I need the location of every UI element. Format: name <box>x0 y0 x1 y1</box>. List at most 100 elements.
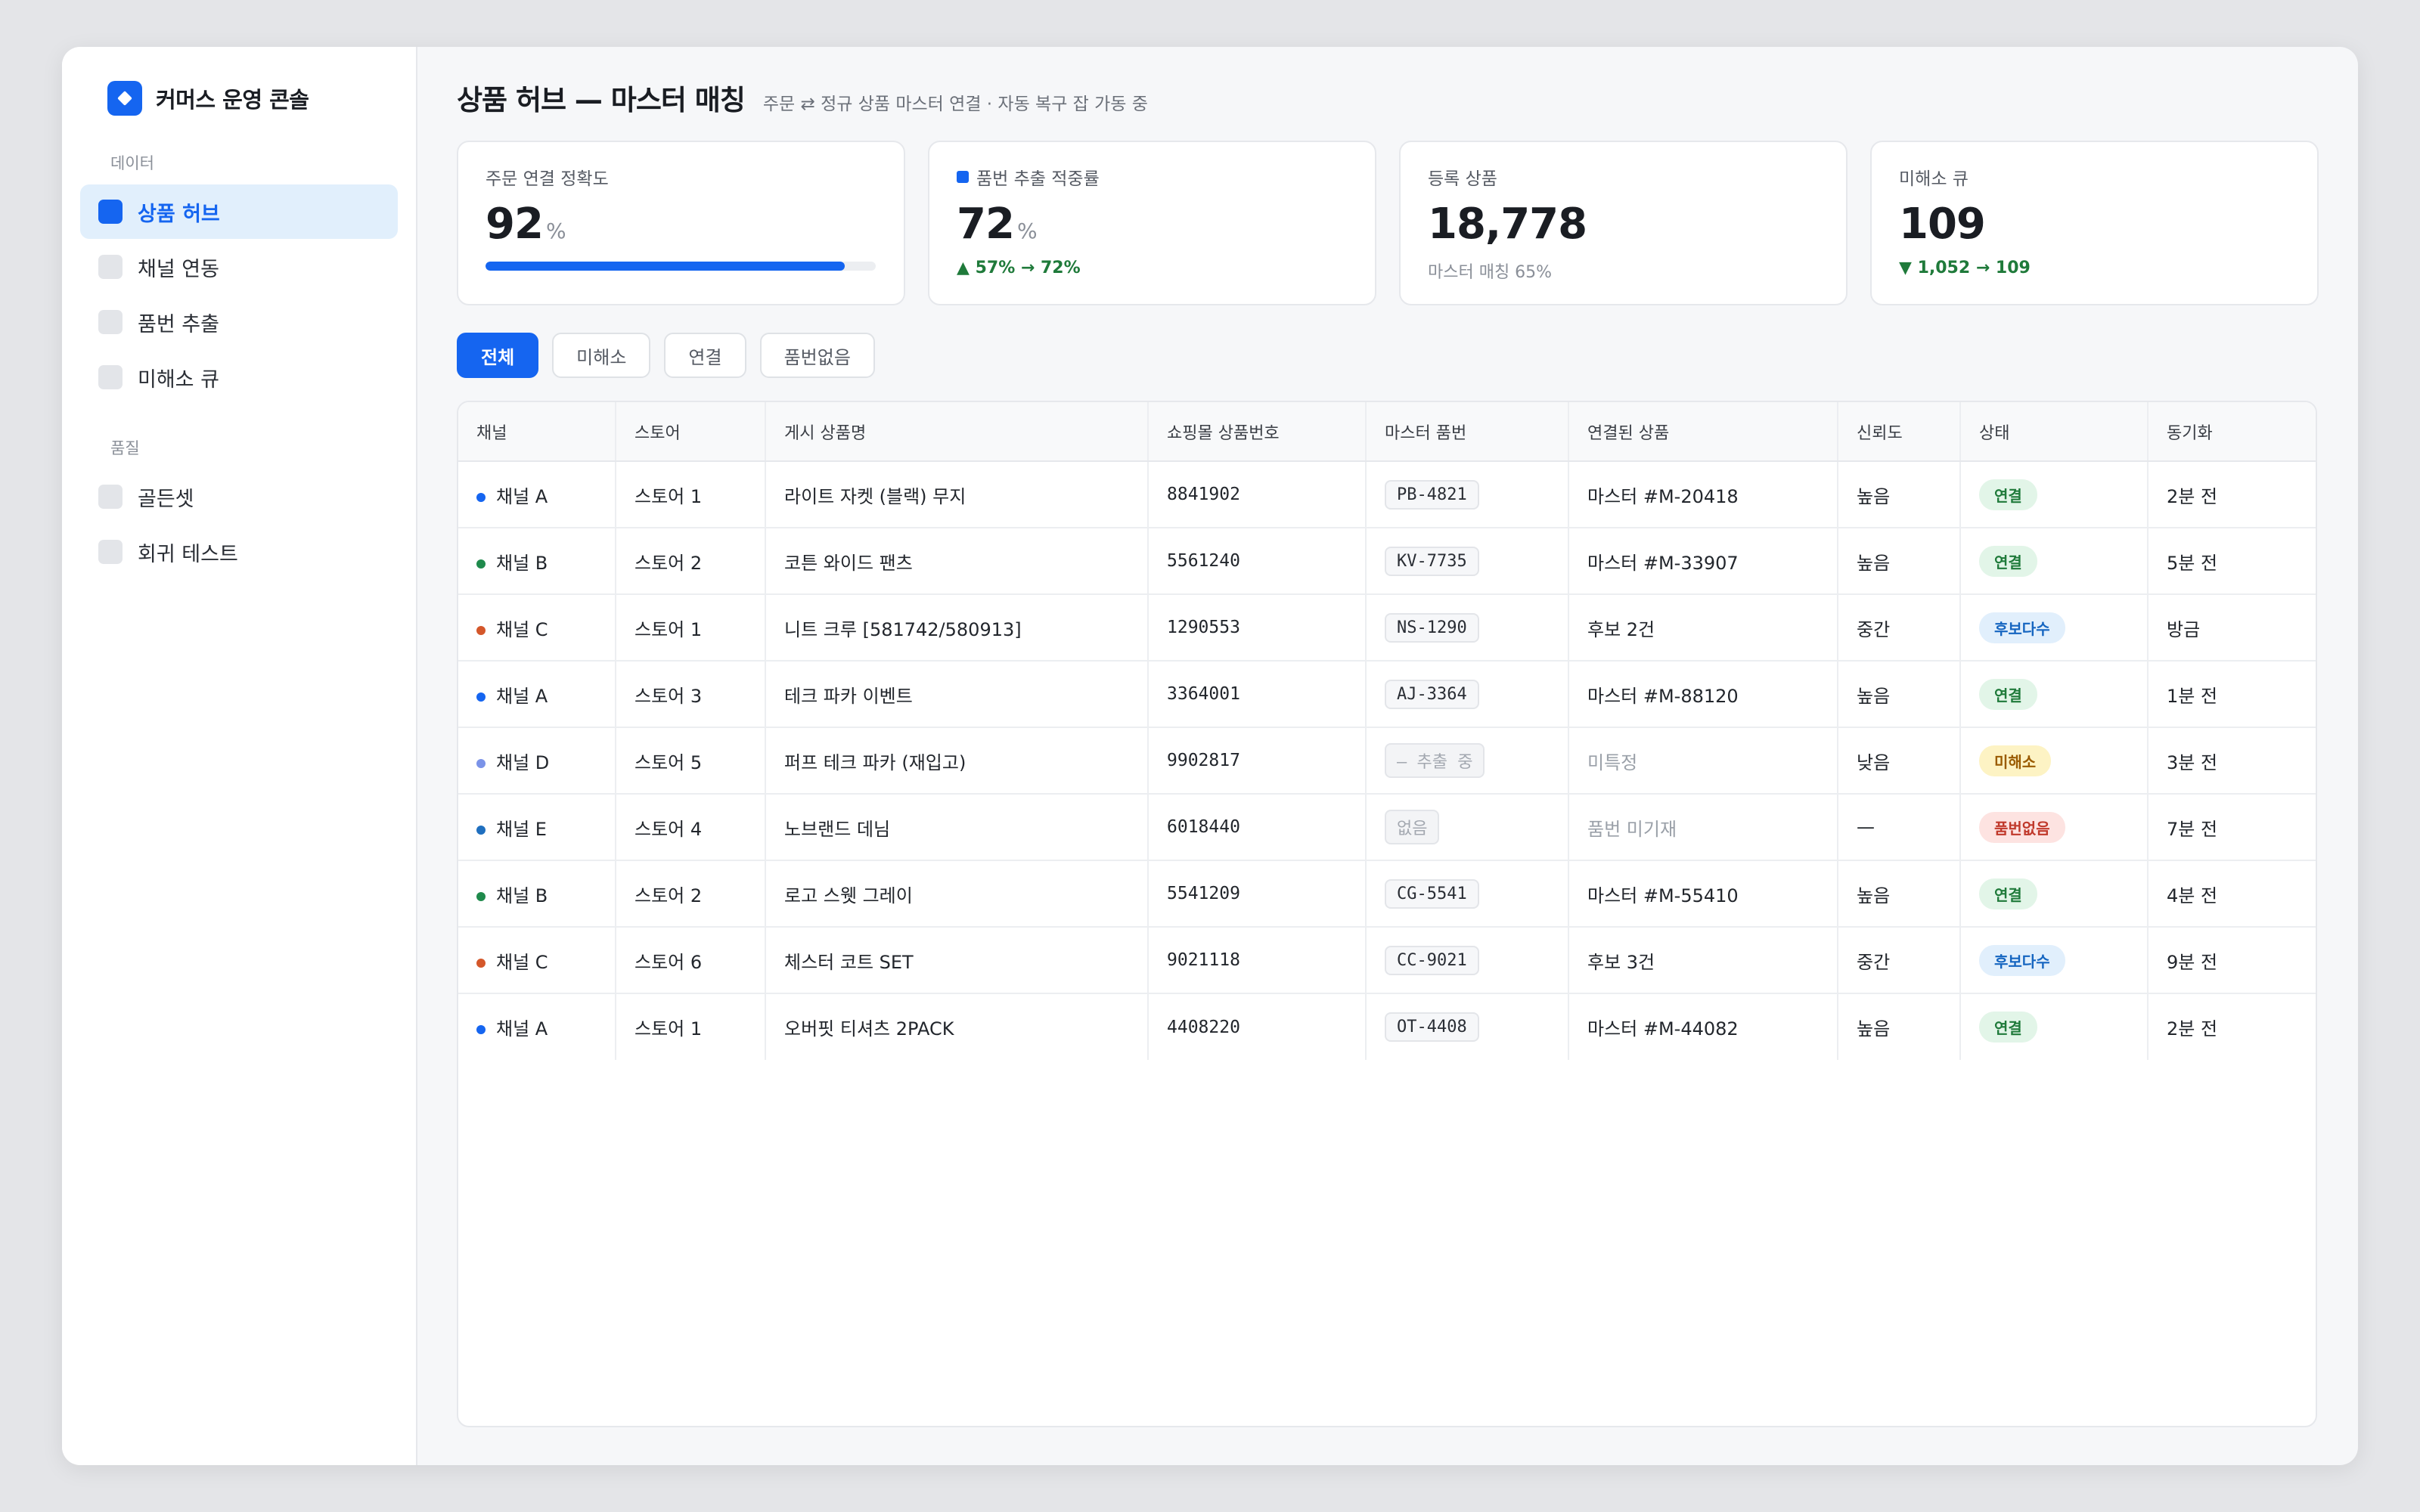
channel-name: 채널 C <box>496 618 548 640</box>
sidebar-item-label: 골든셋 <box>138 487 194 511</box>
filter-chip[interactable]: 연결 <box>664 333 746 378</box>
filter-chip[interactable]: 전체 <box>457 333 539 378</box>
status-badge: 품번없음 <box>1979 811 2065 843</box>
cell-status: 미해소 <box>1959 727 2148 795</box>
nav-square-icon <box>98 540 123 564</box>
product-table-card: 채널 스토어 게시 상품명 쇼핑몰 상품번호 마스터 품번 연결된 상품 신뢰도 상태 동기화 … <box>457 401 2317 1427</box>
cell-status: 연결 <box>1959 661 2148 728</box>
cell-mall-number: 9902817 <box>1147 727 1366 795</box>
page-header: 상품 허브 — 마스터 매칭 주문 ⇄ 정규 상품 마스터 연결 · 자동 복구… <box>457 77 2319 122</box>
sidebar-item-label: 미해소 큐 <box>138 367 219 392</box>
progress-fill <box>486 262 845 271</box>
cell-product-title: 테크 파카 이벤트 <box>765 661 1148 728</box>
sidebar-item[interactable]: 상품 허브 <box>80 184 398 239</box>
sidebar-item[interactable]: 회귀 테스트 <box>80 525 398 579</box>
kpi-value: 72 % <box>957 200 1348 253</box>
kpi-value: 109 <box>1899 200 2290 253</box>
cell-confidence: — <box>1837 794 1960 861</box>
column-header[interactable]: 연결된 상품 <box>1568 402 1838 462</box>
kpi-card-products: 등록 상품 18,778 마스터 매칭 65% <box>1399 141 1848 305</box>
column-header[interactable]: 동기화 <box>2147 402 2316 462</box>
table-row[interactable]: 채널 E 스토어 4 노브랜드 데님 6018440 없음 품번 미기재 — 품번없음 7분 전 <box>458 794 2316 861</box>
table-row[interactable]: 채널 C 스토어 6 체스터 코트 SET 9021118 CC-9021 후보 3건 중간… <box>458 927 2316 994</box>
brand-name: 커머스 운영 콘솔 <box>156 87 309 113</box>
sku-code: PB-4821 <box>1385 479 1479 510</box>
filter-chip[interactable]: 미해소 <box>552 333 651 378</box>
channel-dot-icon <box>476 891 486 901</box>
channel-dot-icon <box>476 758 486 768</box>
filter-chip[interactable]: 품번없음 <box>759 333 875 378</box>
cell-master-sku: — 추출 중 <box>1365 727 1568 795</box>
table-row[interactable]: 채널 A 스토어 1 라이트 자켓 (블랙) 무지 8841902 PB-4821 마스터… <box>458 461 2316 528</box>
column-header[interactable]: 스토어 <box>615 402 765 462</box>
cell-sync-time: 4분 전 <box>2147 860 2316 928</box>
cell-mall-number: 6018440 <box>1147 794 1366 861</box>
nav-square-icon <box>98 200 123 224</box>
status-badge: 연결 <box>1979 479 2037 510</box>
cell-product-title: 라이트 자켓 (블랙) 무지 <box>765 461 1148 528</box>
sidebar-item-label: 품번 추출 <box>138 312 219 336</box>
channel-dot-icon <box>476 625 486 635</box>
table-row[interactable]: 채널 C 스토어 1 니트 크루 [581742/580913] 1290553 NS-… <box>458 594 2316 662</box>
channel-name: 채널 A <box>496 485 548 507</box>
channel-dot-icon <box>476 958 486 968</box>
cell-product-title: 오버핏 티셔츠 2PACK <box>765 993 1148 1060</box>
cell-master-sku: KV-7735 <box>1365 528 1568 595</box>
kpi-number: 109 <box>1899 200 1986 249</box>
cell-status: 연결 <box>1959 528 2148 595</box>
column-header[interactable]: 채널 <box>458 402 616 462</box>
cell-linked-product: 마스터 #M-55410 <box>1568 860 1838 928</box>
sidebar-item[interactable]: 채널 연동 <box>80 240 398 294</box>
table-row[interactable]: 채널 A 스토어 1 오버핏 티셔츠 2PACK 4408220 OT-4408 마스터 … <box>458 993 2316 1060</box>
cell-sync-time: 방금 <box>2147 594 2316 662</box>
sku-code: 없음 <box>1385 810 1440 844</box>
status-badge: 연결 <box>1979 545 2037 577</box>
cell-master-sku: CC-9021 <box>1365 927 1568 994</box>
status-badge: 미해소 <box>1979 745 2052 776</box>
cell-mall-number: 1290553 <box>1147 594 1366 662</box>
kpi-label: 미해소 큐 <box>1899 169 1969 189</box>
cell-confidence: 높음 <box>1837 528 1960 595</box>
column-header[interactable]: 신뢰도 <box>1837 402 1960 462</box>
cell-status: 연결 <box>1959 461 2148 528</box>
cell-store: 스토어 2 <box>615 528 765 595</box>
cell-mall-number: 8841902 <box>1147 461 1366 528</box>
column-header[interactable]: 게시 상품명 <box>765 402 1148 462</box>
kpi-unit: % <box>545 218 566 243</box>
cell-status: 후보다수 <box>1959 594 2148 662</box>
column-header[interactable]: 상태 <box>1959 402 2148 462</box>
sidebar-item[interactable]: 품번 추출 <box>80 295 398 349</box>
sidebar-item[interactable]: 미해소 큐 <box>80 350 398 404</box>
filter-chips: 전체 미해소 연결 품번없음 <box>457 333 2319 378</box>
cell-product-title: 코튼 와이드 팬츠 <box>765 528 1148 595</box>
sidebar-section: 상품 허브채널 연동품번 추출미해소 큐 <box>80 184 398 404</box>
channel-dot-icon <box>476 825 486 835</box>
cell-status: 품번없음 <box>1959 794 2148 861</box>
cell-confidence: 중간 <box>1837 594 1960 662</box>
cell-mall-number: 3364001 <box>1147 661 1366 728</box>
cell-master-sku: OT-4408 <box>1365 993 1568 1060</box>
sidebar-item[interactable]: 골든셋 <box>80 469 398 524</box>
sku-code: OT-4408 <box>1385 1012 1479 1042</box>
table-row[interactable]: 채널 B 스토어 2 코튼 와이드 팬츠 5561240 KV-7735 마스터 #M-3… <box>458 528 2316 595</box>
cell-store: 스토어 1 <box>615 461 765 528</box>
table-row[interactable]: 채널 D 스토어 5 퍼프 테크 파카 (재입고) 9902817 — 추출 중 미특정 낮… <box>458 727 2316 795</box>
column-header[interactable]: 쇼핑몰 상품번호 <box>1147 402 1366 462</box>
cell-mall-number: 9021118 <box>1147 927 1366 994</box>
cell-sync-time: 3분 전 <box>2147 727 2316 795</box>
sidebar-section-label: 데이터 <box>110 154 154 172</box>
sidebar-item-label: 채널 연동 <box>138 257 219 281</box>
cell-product-title: 로고 스웻 그레이 <box>765 860 1148 928</box>
channel-name: 채널 B <box>496 552 548 574</box>
cell-confidence: 높음 <box>1837 661 1960 728</box>
nav-square-icon <box>98 255 123 279</box>
table-row[interactable]: 채널 A 스토어 3 테크 파카 이벤트 3364001 AJ-3364 마스터 #M-8… <box>458 661 2316 728</box>
sidebar: 커머스 운영 콘솔 데이터 상품 허브 채널 연동 품번 추출 미해소 큐 품질 골든셋 회귀… <box>62 47 417 1465</box>
status-badge: 연결 <box>1979 1012 2037 1043</box>
cell-master-sku: NS-1290 <box>1365 594 1568 662</box>
column-header[interactable]: 마스터 품번 <box>1365 402 1568 462</box>
status-badge: 연결 <box>1979 878 2037 909</box>
table-row[interactable]: 채널 B 스토어 2 로고 스웻 그레이 5541209 CG-5541 마스터 #M-5… <box>458 860 2316 928</box>
cell-sync-time: 7분 전 <box>2147 794 2316 861</box>
sidebar-item-label: 상품 허브 <box>138 202 220 226</box>
